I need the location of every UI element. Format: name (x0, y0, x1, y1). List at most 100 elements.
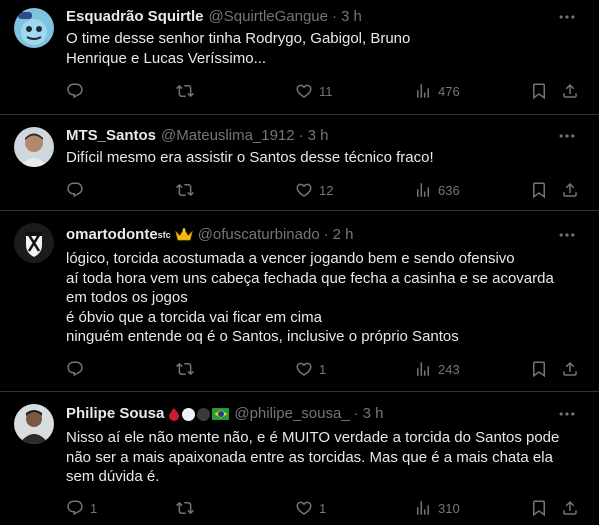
action-bar: 1 1 310 (66, 498, 586, 518)
views-icon (414, 499, 432, 517)
retweet-button[interactable] (176, 81, 200, 101)
separator-dot: · (353, 405, 359, 422)
reply-icon (66, 181, 84, 199)
separator-dot: · (323, 226, 329, 243)
view-count: 243 (438, 361, 460, 377)
separator-dot: · (298, 127, 304, 144)
tweet-text: lógico, torcida acostumada a vencer joga… (66, 250, 554, 345)
tweet-header: MTS_Santos @Mateuslima_1912 · 3 h (66, 126, 549, 146)
share-icon (561, 360, 579, 378)
like-button[interactable]: 12 (295, 180, 333, 200)
display-name[interactable]: Esquadrão Squirtle (66, 7, 204, 27)
view-count: 636 (438, 182, 460, 198)
reply-icon (66, 360, 84, 378)
like-count: 12 (319, 182, 334, 198)
timestamp[interactable]: 3 h (363, 404, 384, 424)
views-icon (414, 82, 432, 100)
name-badges (174, 228, 193, 242)
bookmark-button[interactable] (530, 180, 548, 200)
like-icon (295, 82, 313, 100)
retweet-icon (176, 360, 194, 378)
view-count: 310 (438, 500, 460, 516)
bookmark-icon (530, 360, 548, 378)
tweet[interactable]: omartodonte sfc @ofuscaturbinado · 2 h ló… (0, 211, 599, 392)
like-count: 1 (319, 500, 327, 516)
share-button[interactable] (561, 498, 579, 518)
bookmark-icon (530, 181, 548, 199)
username-handle[interactable]: @ofuscaturbinado (198, 225, 320, 245)
action-bar: 11 476 (66, 81, 586, 101)
more-icon[interactable] (557, 225, 577, 245)
avatar[interactable] (14, 127, 54, 167)
retweet-button[interactable] (176, 180, 200, 200)
bookmark-button[interactable] (530, 498, 548, 518)
black-circle-icon (197, 407, 211, 421)
share-button[interactable] (561, 81, 579, 101)
timestamp[interactable]: 3 h (308, 126, 329, 146)
like-icon (295, 499, 313, 517)
share-icon (561, 499, 579, 517)
like-button[interactable]: 1 (295, 359, 326, 379)
username-handle[interactable]: @philipe_sousa_ (234, 404, 349, 424)
timestamp[interactable]: 3 h (341, 7, 362, 27)
tweet[interactable]: Esquadrão Squirtle @SquirtleGangue · 3 h… (0, 0, 599, 115)
retweet-button[interactable] (176, 498, 200, 518)
more-icon[interactable] (557, 7, 577, 27)
more-icon[interactable] (557, 126, 577, 146)
tweet-text: Nisso aí ele não mente não, e é MUITO ve… (66, 429, 560, 485)
share-icon (561, 82, 579, 100)
like-button[interactable]: 1 (295, 498, 326, 518)
bookmark-icon (530, 499, 548, 517)
timestamp[interactable]: 2 h (333, 225, 354, 245)
display-name[interactable]: MTS_Santos (66, 126, 156, 146)
bookmark-button[interactable] (530, 81, 548, 101)
share-button[interactable] (561, 180, 579, 200)
tweet-header: omartodonte sfc @ofuscaturbinado · 2 h (66, 225, 549, 245)
tweet[interactable]: MTS_Santos @Mateuslima_1912 · 3 h Difíci… (0, 115, 599, 211)
like-icon (295, 360, 313, 378)
white-circle-icon (182, 407, 196, 421)
views-button[interactable]: 243 (414, 359, 460, 379)
share-icon (561, 181, 579, 199)
bookmark-button[interactable] (530, 359, 548, 379)
views-button[interactable]: 476 (414, 81, 460, 101)
like-icon (295, 181, 313, 199)
tweet-header: Esquadrão Squirtle @SquirtleGangue · 3 h (66, 7, 549, 27)
retweet-icon (176, 499, 194, 517)
reply-icon (66, 82, 84, 100)
views-button[interactable]: 310 (414, 498, 460, 518)
views-icon (414, 360, 432, 378)
avatar[interactable] (14, 8, 54, 48)
reply-button[interactable] (66, 81, 90, 101)
display-name[interactable]: Philipe Sousa (66, 404, 164, 424)
reply-count: 1 (90, 500, 98, 516)
like-button[interactable]: 11 (295, 81, 333, 101)
more-icon[interactable] (557, 404, 577, 424)
username-handle[interactable]: @Mateuslima_1912 (161, 126, 295, 146)
avatar[interactable] (14, 404, 54, 444)
avatar[interactable] (14, 223, 54, 263)
name-superscript: sfc (157, 230, 171, 240)
action-bar: 1 243 (66, 359, 586, 379)
views-button[interactable]: 636 (414, 180, 460, 200)
share-button[interactable] (561, 359, 579, 379)
like-count: 1 (319, 361, 327, 377)
tweet-text: O time desse senhor tinha Rodrygo, Gabig… (66, 30, 411, 67)
view-count: 476 (438, 83, 460, 99)
tweet[interactable]: Philipe Sousa @philipe_sousa_ · 3 h Niss… (0, 392, 599, 525)
separator-dot: · (332, 8, 337, 25)
reply-button[interactable] (66, 180, 90, 200)
username-handle[interactable]: @SquirtleGangue (209, 7, 328, 27)
bookmark-icon (530, 82, 548, 100)
retweet-button[interactable] (176, 359, 200, 379)
views-icon (414, 181, 432, 199)
reply-icon (66, 499, 84, 517)
crown-icon (174, 228, 193, 241)
reply-button[interactable]: 1 (66, 498, 97, 518)
reply-button[interactable] (66, 359, 90, 379)
display-name[interactable]: omartodonte (66, 225, 158, 245)
name-badges (168, 407, 230, 421)
blood-drop-icon (169, 408, 180, 421)
brazil-flag-icon (212, 408, 230, 420)
retweet-icon (176, 181, 194, 199)
